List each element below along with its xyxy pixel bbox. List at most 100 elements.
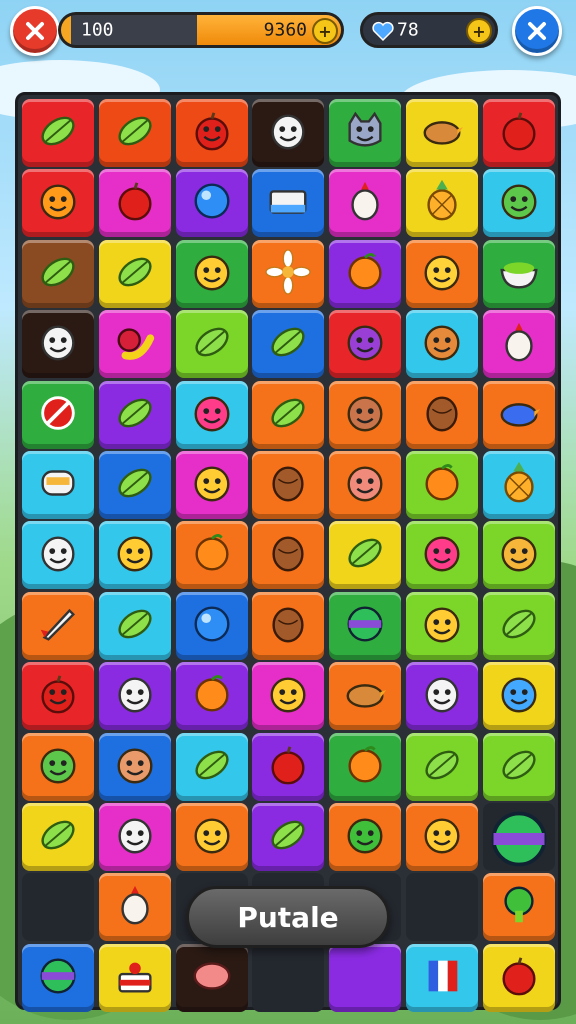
game-tile[interactable] bbox=[175, 239, 248, 308]
game-tile[interactable] bbox=[252, 451, 325, 519]
game-tile[interactable] bbox=[175, 803, 248, 871]
game-tile[interactable] bbox=[329, 732, 402, 801]
game-tile[interactable] bbox=[329, 310, 402, 379]
game-tile[interactable] bbox=[22, 591, 94, 660]
game-tile[interactable] bbox=[175, 662, 248, 731]
leaf-icon bbox=[189, 319, 235, 369]
game-tile[interactable] bbox=[22, 521, 94, 590]
game-tile[interactable] bbox=[252, 662, 325, 731]
game-tile[interactable] bbox=[329, 662, 402, 731]
game-tile[interactable] bbox=[329, 380, 402, 449]
game-tile[interactable] bbox=[22, 662, 94, 731]
game-tile[interactable] bbox=[98, 451, 171, 519]
game-tile[interactable] bbox=[98, 873, 171, 942]
game-tile[interactable] bbox=[482, 239, 555, 308]
game-tile[interactable] bbox=[329, 99, 402, 167]
game-tile[interactable] bbox=[252, 169, 325, 238]
game-tile[interactable] bbox=[175, 310, 248, 379]
game-tile[interactable] bbox=[98, 380, 171, 449]
ghost-face-icon bbox=[112, 812, 158, 862]
game-tile[interactable] bbox=[252, 732, 325, 801]
smiley-icon bbox=[189, 460, 235, 510]
game-tile[interactable] bbox=[406, 169, 478, 238]
game-tile[interactable] bbox=[175, 169, 248, 238]
game-tile[interactable] bbox=[252, 521, 325, 590]
game-tile[interactable] bbox=[22, 239, 94, 308]
game-tile[interactable] bbox=[482, 591, 555, 660]
game-tile[interactable] bbox=[22, 451, 94, 519]
game-tile[interactable] bbox=[406, 99, 478, 167]
game-tile[interactable] bbox=[329, 451, 402, 519]
game-tile[interactable] bbox=[22, 169, 94, 238]
game-tile[interactable] bbox=[175, 521, 248, 590]
game-tile[interactable] bbox=[406, 732, 478, 801]
apple-icon bbox=[496, 108, 542, 158]
game-tile[interactable] bbox=[482, 873, 555, 942]
close-button-left[interactable] bbox=[10, 6, 60, 56]
game-tile[interactable] bbox=[329, 591, 402, 660]
game-tile[interactable] bbox=[329, 943, 402, 1012]
bird-icon bbox=[419, 108, 465, 158]
add-coins-button[interactable]: + bbox=[312, 18, 338, 44]
game-tile[interactable] bbox=[482, 943, 555, 1012]
game-tile[interactable] bbox=[482, 662, 555, 731]
flag-icon bbox=[419, 953, 465, 1003]
add-lives-button[interactable]: + bbox=[466, 18, 492, 44]
game-tile[interactable] bbox=[406, 451, 478, 519]
game-tile[interactable] bbox=[406, 239, 478, 308]
game-tile[interactable] bbox=[175, 380, 248, 449]
game-tile[interactable] bbox=[22, 943, 94, 1012]
game-tile[interactable] bbox=[329, 169, 402, 238]
game-tile[interactable] bbox=[406, 591, 478, 660]
game-tile[interactable] bbox=[22, 380, 94, 449]
game-tile[interactable] bbox=[98, 99, 171, 167]
game-tile[interactable] bbox=[482, 732, 555, 801]
score-value: 9360 bbox=[263, 19, 307, 41]
game-tile[interactable] bbox=[252, 591, 325, 660]
game-tile[interactable] bbox=[406, 521, 478, 590]
game-tile[interactable] bbox=[329, 521, 402, 590]
game-tile[interactable] bbox=[175, 451, 248, 519]
game-tile[interactable] bbox=[98, 591, 171, 660]
game-tile[interactable] bbox=[482, 451, 555, 519]
game-tile[interactable] bbox=[406, 943, 478, 1012]
game-tile[interactable] bbox=[98, 169, 171, 238]
game-tile[interactable] bbox=[252, 380, 325, 449]
game-tile[interactable] bbox=[98, 732, 171, 801]
game-tile[interactable] bbox=[98, 310, 171, 379]
game-tile[interactable] bbox=[252, 99, 325, 167]
berry-face-icon bbox=[189, 390, 235, 440]
game-tile[interactable] bbox=[252, 310, 325, 379]
game-tile[interactable] bbox=[175, 943, 248, 1012]
game-tile[interactable] bbox=[482, 380, 555, 449]
game-tile[interactable] bbox=[22, 99, 94, 167]
close-icon bbox=[26, 22, 44, 40]
game-tile[interactable] bbox=[252, 803, 325, 871]
game-tile[interactable] bbox=[482, 99, 555, 167]
game-tile[interactable] bbox=[98, 943, 171, 1012]
game-tile[interactable] bbox=[175, 732, 248, 801]
game-tile[interactable] bbox=[482, 521, 555, 590]
game-tile[interactable] bbox=[252, 239, 325, 308]
game-tile[interactable] bbox=[406, 380, 478, 449]
game-tile[interactable] bbox=[406, 310, 478, 379]
game-tile[interactable] bbox=[98, 239, 171, 308]
game-tile[interactable] bbox=[98, 662, 171, 731]
game-tile[interactable] bbox=[406, 662, 478, 731]
game-tile[interactable] bbox=[22, 732, 94, 801]
game-tile[interactable] bbox=[175, 99, 248, 167]
empty-cell bbox=[22, 873, 94, 942]
game-tile[interactable] bbox=[175, 591, 248, 660]
game-tile[interactable] bbox=[98, 521, 171, 590]
game-tile[interactable] bbox=[98, 803, 171, 871]
game-tile[interactable] bbox=[406, 803, 478, 871]
game-tile[interactable] bbox=[482, 169, 555, 238]
cat-face-icon bbox=[342, 108, 388, 158]
close-button-right[interactable] bbox=[512, 6, 562, 56]
pineapple-icon bbox=[419, 178, 465, 228]
game-tile[interactable] bbox=[329, 239, 402, 308]
game-tile[interactable] bbox=[329, 803, 402, 871]
game-tile[interactable] bbox=[22, 803, 94, 871]
game-tile[interactable] bbox=[22, 310, 94, 379]
game-tile[interactable] bbox=[482, 310, 555, 379]
